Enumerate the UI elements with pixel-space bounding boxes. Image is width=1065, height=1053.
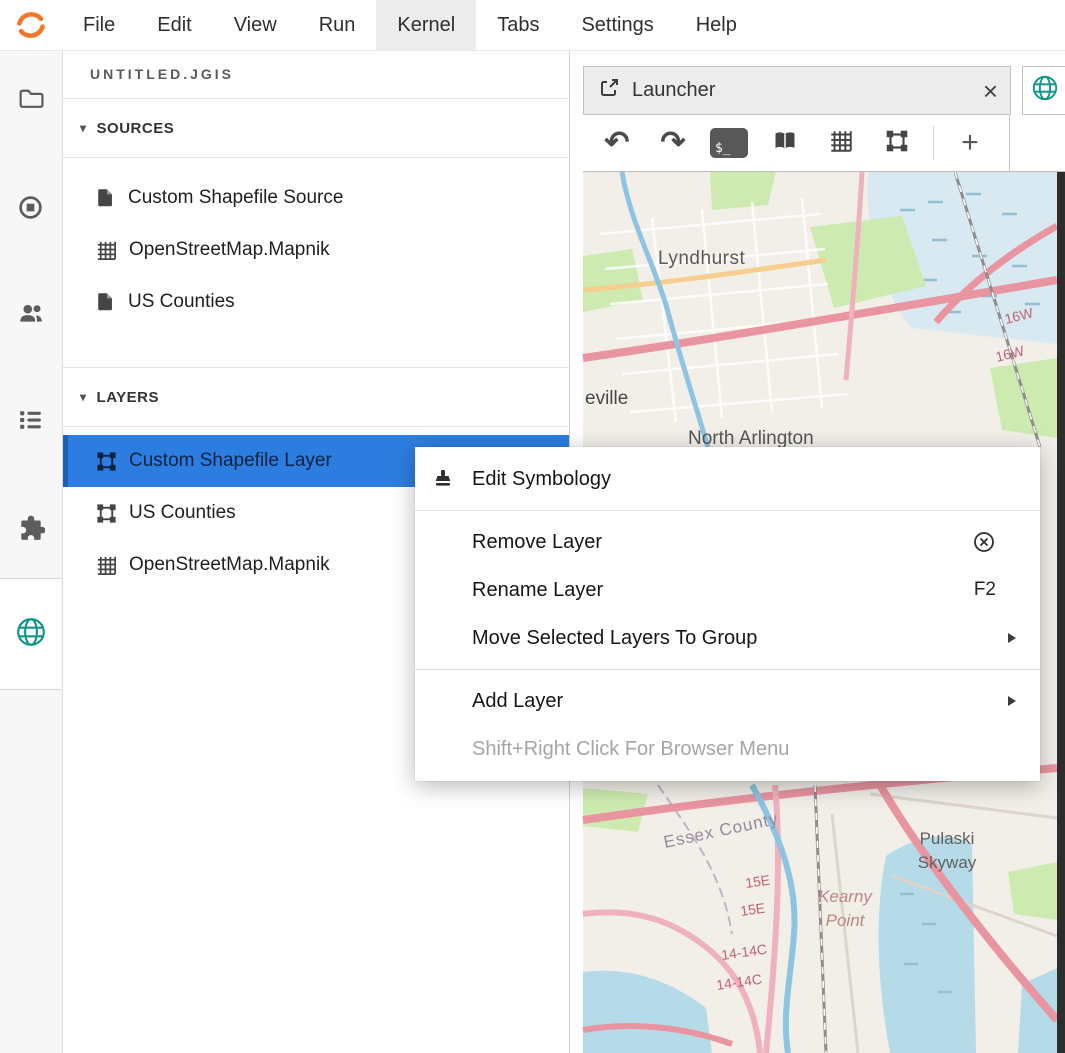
submenu-arrow-icon [1008, 633, 1016, 643]
console-button[interactable]: $_ [701, 115, 757, 171]
stop-circle-icon [17, 194, 44, 226]
globe-icon [15, 616, 47, 653]
plus-icon: + [961, 128, 979, 158]
map-toolbar-buttons: ↶ ↷ $_ [583, 115, 1010, 171]
grid-icon [95, 239, 118, 262]
context-menu-item-label: Remove Layer [472, 531, 602, 554]
grid-icon [828, 128, 854, 159]
grid-icon [95, 554, 118, 577]
jupytergis-app: File Edit View Run Kernel Tabs Settings … [0, 0, 1065, 1053]
sidebar-tab-table-of-contents[interactable] [0, 396, 61, 448]
menu-view[interactable]: View [213, 0, 298, 50]
sidebar-tab-jupytergis[interactable] [0, 578, 61, 690]
context-menu-item-label: Rename Layer [472, 579, 603, 602]
source-item-openstreetmap[interactable]: OpenStreetMap.Mapnik [62, 224, 569, 276]
layers-section-header[interactable]: ▾ LAYERS [62, 367, 569, 427]
shortcut-label: F2 [974, 579, 996, 601]
vector-square-icon [95, 450, 118, 473]
add-button[interactable]: + [942, 115, 998, 171]
menubar: File Edit View Run Kernel Tabs Settings … [0, 0, 1065, 51]
map-label-lyndhurst: Lyndhurst [658, 248, 745, 269]
symbology-stamp-icon [431, 467, 455, 491]
submenu-arrow-icon [1008, 696, 1016, 706]
tab-jgis-document[interactable] [1022, 66, 1065, 115]
context-menu-item-label: Add Layer [472, 690, 563, 713]
new-vector-layer-button[interactable] [869, 115, 925, 171]
list-icon [17, 406, 44, 438]
layer-context-menu: Edit Symbology Remove Layer Rename Layer… [415, 447, 1040, 781]
undo-button[interactable]: ↶ [589, 115, 645, 171]
context-menu-item-remove-layer[interactable]: Remove Layer [415, 518, 1040, 566]
layers-section-label: LAYERS [97, 389, 159, 406]
map-label-skyway: Skyway [918, 853, 977, 872]
map-toolbar: ↶ ↷ $_ [583, 115, 1065, 172]
layer-item-label: Custom Shapefile Layer [129, 450, 332, 472]
sidebar-tab-file-browser[interactable] [0, 74, 61, 126]
left-activity-bar [0, 50, 63, 1053]
context-menu-divider [415, 669, 1040, 670]
caret-down-icon: ▾ [80, 390, 87, 404]
undo-icon: ↶ [604, 128, 629, 158]
source-item-us-counties[interactable]: US Counties [62, 276, 569, 328]
context-menu-item-label: Shift+Right Click For Browser Menu [472, 738, 789, 761]
sources-list: Custom Shapefile Source OpenStreetMap.Ma… [62, 158, 569, 328]
menu-run[interactable]: Run [298, 0, 377, 50]
jupyter-logo-icon [0, 0, 62, 50]
panel-title: UNTITLED.JGIS [62, 50, 569, 99]
new-raster-layer-button[interactable] [813, 115, 869, 171]
menu-edit[interactable]: Edit [136, 0, 212, 50]
vector-square-icon [884, 128, 910, 159]
source-item-label: US Counties [128, 291, 235, 313]
open-book-icon [771, 128, 799, 159]
redo-button[interactable]: ↷ [645, 115, 701, 171]
globe-icon [1031, 74, 1059, 107]
source-item-label: OpenStreetMap.Mapnik [129, 239, 330, 261]
remove-circle-x-icon [972, 530, 996, 554]
map-edge-strip [1057, 172, 1065, 1053]
vector-square-icon [95, 502, 118, 525]
caret-down-icon: ▾ [80, 121, 87, 135]
layer-item-label: OpenStreetMap.Mapnik [129, 554, 330, 576]
context-menu-item-rename-layer[interactable]: Rename Layer F2 [415, 566, 1040, 614]
file-icon [95, 186, 117, 210]
map-label-kearny: Kearny [818, 887, 873, 906]
sources-section-label: SOURCES [97, 120, 175, 137]
map-label-north-arlington: North Arlington [688, 428, 814, 449]
redo-icon: ↷ [660, 128, 685, 158]
sidebar-tab-collaboration[interactable] [0, 289, 61, 341]
console-icon: $_ [710, 128, 748, 158]
context-menu-item-label: Edit Symbology [472, 468, 611, 491]
source-item-label: Custom Shapefile Source [128, 187, 343, 209]
users-icon [17, 299, 45, 332]
context-menu-item-move-layers-to-group[interactable]: Move Selected Layers To Group [415, 614, 1040, 662]
map-label-eville: eville [585, 388, 628, 409]
puzzle-icon [17, 514, 45, 547]
layer-item-label: US Counties [129, 502, 236, 524]
map-label-point: Point [826, 911, 866, 930]
close-icon[interactable]: × [983, 78, 998, 104]
sidebar-tab-extensions[interactable] [0, 504, 61, 556]
menu-settings[interactable]: Settings [560, 0, 674, 50]
sources-section-header[interactable]: ▾ SOURCES [62, 99, 569, 158]
context-menu-divider [415, 510, 1040, 511]
toolbar-divider [933, 126, 934, 160]
menu-tabs[interactable]: Tabs [476, 0, 560, 50]
map-label-pulaski: Pulaski [920, 829, 975, 848]
context-menu-item-label: Move Selected Layers To Group [472, 627, 757, 650]
identify-button[interactable] [757, 115, 813, 171]
folder-icon [17, 84, 44, 116]
menu-kernel[interactable]: Kernel [376, 0, 476, 50]
source-item-custom-shapefile[interactable]: Custom Shapefile Source [62, 172, 569, 224]
menu-file[interactable]: File [62, 0, 136, 50]
context-menu-item-add-layer[interactable]: Add Layer [415, 677, 1040, 725]
launcher-icon [598, 77, 620, 104]
menu-help[interactable]: Help [675, 0, 758, 50]
tab-launcher[interactable]: Launcher × [583, 66, 1011, 115]
context-menu-item-edit-symbology[interactable]: Edit Symbology [415, 455, 1040, 503]
tab-launcher-label: Launcher [632, 79, 715, 102]
sidebar-tab-running[interactable] [0, 184, 61, 236]
context-menu-item-browser-menu-hint: Shift+Right Click For Browser Menu [415, 725, 1040, 773]
file-icon [95, 290, 117, 314]
